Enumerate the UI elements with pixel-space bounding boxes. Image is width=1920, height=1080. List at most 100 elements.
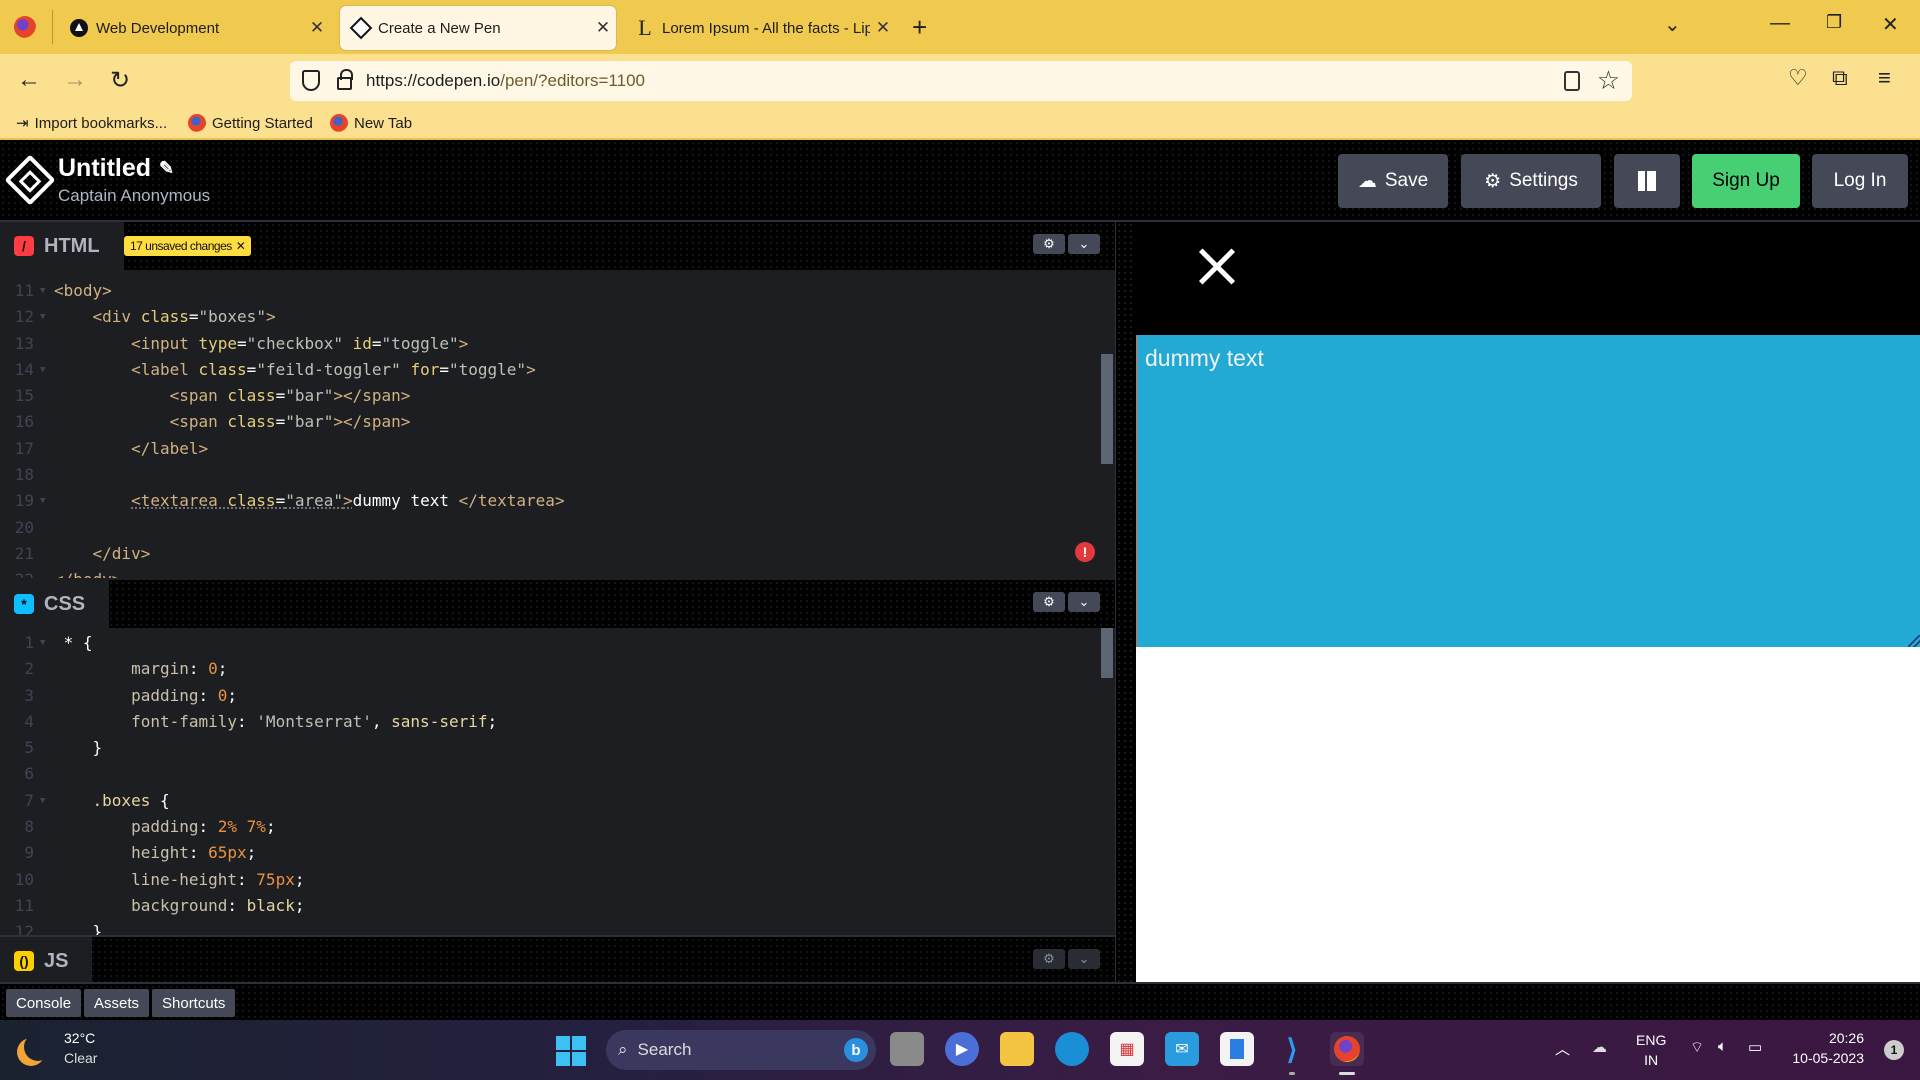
bing-icon[interactable]: b	[844, 1038, 868, 1062]
weather-temperature[interactable]: 32°C	[64, 1030, 95, 1046]
editor-preview-resizer[interactable]	[1115, 222, 1136, 982]
vscode-icon[interactable]: ⟩	[1275, 1032, 1309, 1066]
fold-arrow-icon[interactable]: ▼	[40, 357, 45, 383]
code-line[interactable]: 6	[0, 761, 1098, 787]
taskbar-search[interactable]: ⌕ Search b	[606, 1030, 876, 1070]
html-editor-title[interactable]: / HTML	[0, 222, 124, 270]
close-tab-icon[interactable]: ✕	[304, 18, 330, 38]
css-editor-title[interactable]: * CSS	[0, 580, 110, 628]
weather-description[interactable]: Clear	[64, 1050, 97, 1066]
code-line[interactable]: 18	[0, 462, 1098, 488]
reload-icon[interactable]: ↻	[105, 66, 135, 95]
show-hidden-icons-chevron[interactable]: ︿	[1555, 1038, 1570, 1059]
code-line[interactable]: 9 height: 65px;	[0, 840, 1098, 866]
code-line[interactable]: 21 </div>	[0, 541, 1098, 567]
html-collapse-button[interactable]: ⌄	[1068, 234, 1100, 254]
notification-badge[interactable]: 1	[1884, 1040, 1904, 1060]
url-bar[interactable]: https://codepen.io/pen/?editors=1100 ☆	[290, 61, 1632, 101]
bookmark-getting-started[interactable]: Getting Started	[188, 114, 313, 132]
code-line[interactable]: 14 ▼ <label class="feild-toggler" for="to…	[0, 357, 1098, 383]
code-line[interactable]: 5 }	[0, 735, 1098, 761]
code-line[interactable]: 16 <span class="bar"></span>	[0, 409, 1098, 435]
sign-up-button[interactable]: Sign Up	[1692, 154, 1800, 208]
tab-lorem-ipsum[interactable]: L Lorem Ipsum - All the facts - Lip ✕	[624, 6, 896, 50]
js-editor-title[interactable]: () JS	[0, 937, 93, 985]
battery-icon[interactable]: ▭	[1748, 1038, 1762, 1056]
url-text[interactable]: https://codepen.io/pen/?editors=1100	[366, 71, 645, 91]
onedrive-icon[interactable]: ☁	[1592, 1038, 1607, 1056]
reader-view-icon[interactable]	[1564, 71, 1580, 91]
window-close-icon[interactable]: ✕	[1882, 12, 1899, 37]
unsaved-changes-badge[interactable]: 17 unsaved changes ✕	[124, 236, 252, 256]
console-button[interactable]: Console	[6, 989, 82, 1017]
code-line[interactable]: 11 ▼ <body>	[0, 278, 1098, 304]
save-button[interactable]: ☁ Save	[1338, 154, 1448, 208]
bookmark-new-tab[interactable]: New Tab	[330, 114, 412, 132]
settings-button[interactable]: ⚙ Settings	[1461, 154, 1601, 208]
bookmark-import[interactable]: ⇥ Import bookmarks...	[16, 114, 167, 133]
microsoft-store-icon[interactable]: ▦	[1110, 1032, 1144, 1066]
pencil-icon[interactable]: ✎	[159, 158, 174, 179]
fold-arrow-icon[interactable]: ▼	[40, 788, 45, 814]
html-code-editor[interactable]: 11 ▼ <body> 12 ▼ <div class="boxes"> 13 <inpu…	[0, 278, 1098, 578]
preview-textarea[interactable]: dummy text	[1136, 335, 1920, 647]
forward-icon[interactable]: →	[60, 66, 90, 94]
css-collapse-button[interactable]: ⌄	[1068, 592, 1100, 612]
back-icon[interactable]: ←	[14, 66, 44, 94]
html-settings-button[interactable]: ⚙	[1033, 234, 1065, 254]
code-line[interactable]: 12 }	[0, 919, 1098, 935]
code-line[interactable]: 3 padding: 0;	[0, 683, 1098, 709]
file-explorer-icon[interactable]	[1000, 1032, 1034, 1066]
lock-icon[interactable]	[337, 69, 353, 90]
new-tab-button[interactable]: +	[912, 12, 927, 43]
firefox-taskbar-icon[interactable]	[1330, 1032, 1364, 1066]
code-line[interactable]: 17 </label>	[0, 436, 1098, 462]
log-in-button[interactable]: Log In	[1812, 154, 1908, 208]
clock[interactable]: 20:26 10-05-2023	[1792, 1028, 1864, 1068]
code-line[interactable]: 1 ▼ * {	[0, 630, 1098, 656]
code-line[interactable]: 19 ▼ <textarea class="area">dummy text </…	[0, 488, 1098, 514]
restore-icon[interactable]: ❐	[1826, 12, 1842, 33]
fold-arrow-icon[interactable]: ▼	[40, 278, 45, 304]
windows-start-icon[interactable]	[556, 1036, 586, 1066]
shortcuts-button[interactable]: Shortcuts	[152, 989, 236, 1017]
code-line[interactable]: 15 <span class="bar"></span>	[0, 383, 1098, 409]
list-all-tabs-icon[interactable]: ⌄	[1664, 12, 1681, 37]
fold-arrow-icon[interactable]: ▼	[40, 488, 45, 514]
code-line[interactable]: 20	[0, 515, 1098, 541]
close-tab-icon[interactable]: ✕	[870, 18, 896, 38]
code-line[interactable]: 22 </body>	[0, 567, 1098, 578]
code-line[interactable]: 2 margin: 0;	[0, 656, 1098, 682]
firefox-icon[interactable]	[14, 16, 36, 38]
html-editor-scrollbar[interactable]	[1101, 354, 1113, 464]
css-editor-scrollbar[interactable]	[1101, 628, 1113, 678]
tab-create-new-pen[interactable]: Create a New Pen ✕	[340, 6, 616, 50]
close-icon[interactable]: ✕	[236, 239, 246, 253]
extensions-icon[interactable]: ⧉	[1832, 65, 1848, 91]
assets-button[interactable]: Assets	[84, 989, 150, 1017]
resize-grip-icon[interactable]	[1908, 635, 1920, 647]
change-view-button[interactable]	[1614, 154, 1680, 208]
shield-icon[interactable]	[302, 70, 320, 91]
css-code-editor[interactable]: 1 ▼ * {2 margin: 0; 3 padding: 0; 4 font-fa…	[0, 630, 1098, 935]
mail-icon[interactable]: ✉	[1165, 1032, 1199, 1066]
code-line[interactable]: 13 <input type="checkbox" id="toggle">	[0, 331, 1098, 357]
app-window-icon[interactable]	[1220, 1032, 1254, 1066]
error-icon[interactable]: !	[1075, 542, 1095, 562]
code-line[interactable]: 11 background: black;	[0, 893, 1098, 919]
moon-weather-icon[interactable]	[24, 1033, 52, 1061]
codepen-logo-icon[interactable]	[4, 154, 56, 206]
code-line[interactable]: 10 line-height: 75px;	[0, 867, 1098, 893]
close-toggle-icon[interactable]	[1196, 246, 1238, 288]
pocket-icon[interactable]: ♡	[1788, 65, 1808, 91]
code-line[interactable]: 12 ▼ <div class="boxes">	[0, 304, 1098, 330]
pen-title[interactable]: Untitled ✎	[58, 154, 174, 183]
edge-icon[interactable]	[1055, 1032, 1089, 1066]
fold-arrow-icon[interactable]: ▼	[40, 304, 45, 330]
js-collapse-button[interactable]: ⌄	[1068, 949, 1100, 969]
volume-icon[interactable]: 🔈︎	[1718, 1038, 1727, 1055]
close-tab-icon[interactable]: ✕	[590, 18, 616, 38]
wifi-icon[interactable]: ⌔	[1690, 1038, 1704, 1057]
fold-arrow-icon[interactable]: ▼	[40, 630, 45, 656]
language-indicator[interactable]: ENG IN	[1636, 1030, 1666, 1070]
